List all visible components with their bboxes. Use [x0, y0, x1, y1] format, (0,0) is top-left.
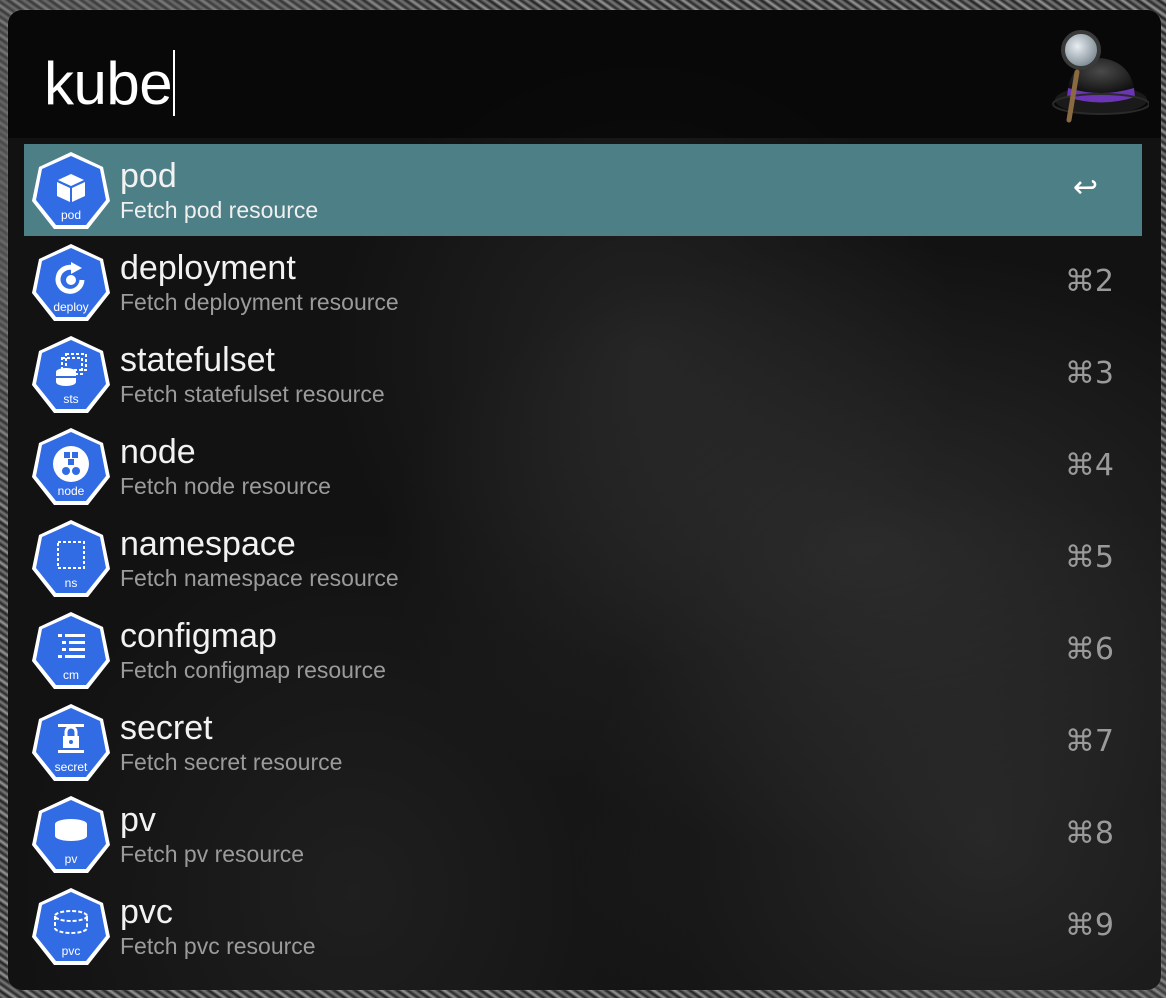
result-title: secret: [120, 709, 213, 747]
result-item-configmap[interactable]: cm configmap Fetch configmap resource ⌘6: [24, 604, 1142, 696]
node-icon: node: [32, 428, 110, 505]
icon-label: node: [58, 484, 85, 498]
icon-label: ns: [65, 576, 78, 590]
result-subtitle: Fetch pod resource: [120, 197, 319, 223]
result-title: namespace: [120, 525, 296, 563]
icon-label: sts: [63, 392, 78, 406]
shortcut-hint: ⌘8: [1064, 816, 1114, 851]
text-caret: [173, 50, 176, 116]
result-title: statefulset: [120, 341, 275, 379]
result-title: node: [120, 433, 196, 471]
shortcut-hint: ⌘7: [1064, 724, 1114, 759]
result-item-pvc[interactable]: pvc pvc Fetch pvc resource ⌘9: [24, 880, 1142, 972]
result-item-namespace[interactable]: ns namespace Fetch namespace resource ⌘5: [24, 512, 1142, 604]
shortcut-hint: ⌘9: [1064, 908, 1114, 943]
shortcut-hint: ⌘2: [1064, 264, 1114, 299]
pv-icon: pv: [32, 796, 110, 873]
icon-label: deploy: [53, 300, 88, 314]
result-item-deployment[interactable]: deploy deployment Fetch deployment resou…: [24, 236, 1142, 328]
result-subtitle: Fetch configmap resource: [120, 657, 386, 683]
result-subtitle: Fetch pv resource: [120, 841, 305, 867]
result-title: configmap: [120, 617, 277, 655]
result-subtitle: Fetch namespace resource: [120, 565, 399, 591]
shortcut-hint: ⌘3: [1064, 356, 1114, 391]
result-title: pvc: [120, 893, 173, 931]
shortcut-hint: ⌘5: [1064, 540, 1114, 575]
return-key-icon: ↩: [1072, 170, 1098, 205]
result-title: deployment: [120, 249, 296, 287]
search-query-text: kube: [44, 50, 173, 117]
result-title: pod: [120, 157, 177, 195]
launcher-window: kube pod pod Fetch pod resource ↩ deploy…: [8, 10, 1161, 990]
result-subtitle: Fetch statefulset resource: [120, 381, 385, 407]
alfred-hat-icon[interactable]: [1039, 22, 1149, 126]
secret-icon: secret: [32, 704, 110, 781]
result-item-node[interactable]: node node Fetch node resource ⌘4: [24, 420, 1142, 512]
deployment-icon: deploy: [32, 244, 110, 321]
configmap-icon: cm: [32, 612, 110, 689]
shortcut-hint: ⌘6: [1064, 632, 1114, 667]
icon-label: pod: [61, 208, 81, 222]
icon-label: pv: [65, 852, 78, 866]
shortcut-hint: ⌘4: [1064, 448, 1114, 483]
result-title: pv: [120, 801, 156, 839]
result-item-pod[interactable]: pod pod Fetch pod resource ↩: [24, 144, 1142, 236]
result-subtitle: Fetch pvc resource: [120, 933, 316, 959]
result-subtitle: Fetch secret resource: [120, 749, 343, 775]
result-subtitle: Fetch node resource: [120, 473, 331, 499]
search-input[interactable]: kube: [44, 48, 176, 120]
results-list: pod pod Fetch pod resource ↩ deploy depl…: [24, 144, 1142, 972]
statefulset-icon: sts: [32, 336, 110, 413]
icon-label: secret: [55, 760, 88, 774]
result-item-pv[interactable]: pv pv Fetch pv resource ⌘8: [24, 788, 1142, 880]
pvc-icon: pvc: [32, 888, 110, 965]
namespace-icon: ns: [32, 520, 110, 597]
result-item-secret[interactable]: secret secret Fetch secret resource ⌘7: [24, 696, 1142, 788]
result-subtitle: Fetch deployment resource: [120, 289, 399, 315]
icon-label: pvc: [62, 944, 81, 958]
icon-label: cm: [63, 668, 79, 682]
search-bar[interactable]: kube: [8, 10, 1161, 138]
pod-icon: pod: [32, 152, 110, 229]
result-item-statefulset[interactable]: sts statefulset Fetch statefulset resour…: [24, 328, 1142, 420]
